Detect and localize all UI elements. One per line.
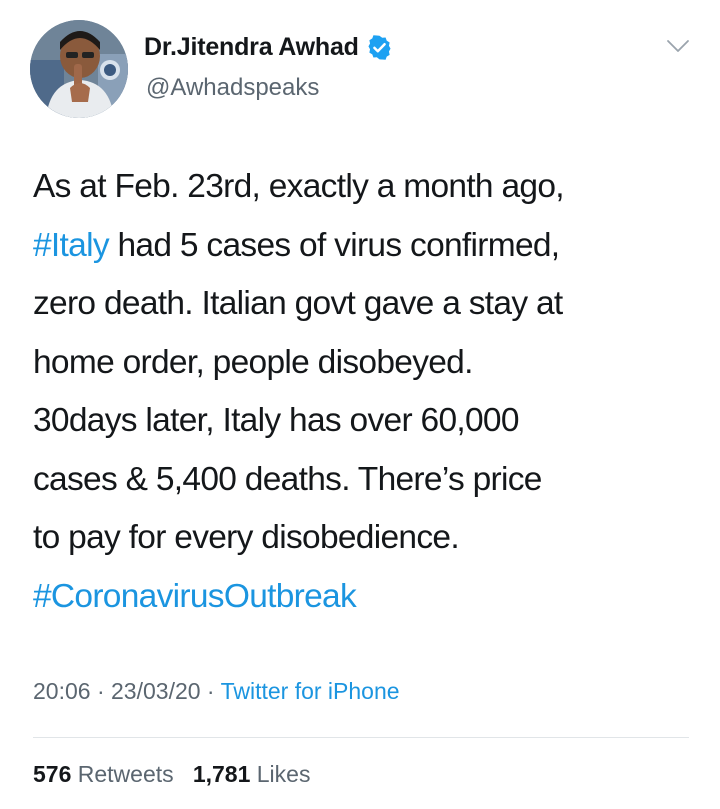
author-name[interactable]: Dr.Jitendra Awhad [144, 33, 359, 62]
verified-badge-icon [366, 34, 393, 61]
tweet-line-text: had 5 cases of virus confirmed, [108, 226, 560, 264]
retweets-label: Retweets [71, 761, 174, 787]
divider [33, 737, 689, 738]
meta-separator: · [200, 678, 221, 704]
likes-label: Likes [250, 761, 311, 787]
hashtag-italy[interactable]: #Italy [33, 227, 110, 264]
author-header: Dr.Jitendra Awhad [144, 33, 393, 62]
retweets-count: 576 [33, 761, 72, 787]
chevron-down-icon[interactable] [666, 38, 690, 54]
retweets-stat[interactable]: 576 Retweets [33, 761, 174, 787]
tweet-date[interactable]: 23/03/20 [111, 678, 201, 704]
likes-count: 1,781 [192, 761, 251, 787]
avatar[interactable] [30, 20, 128, 118]
author-handle[interactable]: @Awhadspeaks [146, 74, 319, 102]
hashtag-coronavirusoutbreak[interactable]: #CoronavirusOutbreak [33, 578, 357, 615]
tweet-line: 30days later, Italy has over 60,000 [33, 402, 519, 439]
profile-photo [30, 20, 128, 118]
tweet-line: #Italy had 5 cases of virus confirmed, [33, 217, 703, 276]
tweet-line: cases & 5,400 deaths. There’s price [33, 460, 542, 498]
tweet-meta: 20:06 · 23/03/20 · Twitter for iPhone [33, 678, 400, 705]
meta-separator: · [90, 678, 112, 704]
likes-stat[interactable]: 1,781 Likes [193, 761, 311, 787]
tweet-line: #CoronavirusOutbreak [33, 568, 703, 627]
tweet-stats: 576 Retweets 1,781 Likes [33, 761, 310, 788]
tweet-source[interactable]: Twitter for iPhone [221, 678, 400, 704]
tweet-line: to pay for every disobedience. [33, 519, 460, 556]
tweet-line: home order, people disobeyed. [33, 343, 473, 381]
tweet-line: As at Feb. 23rd, exactly a month ago, [33, 168, 565, 205]
tweet-text: As at Feb. 23rd, exactly a month ago, #I… [33, 158, 703, 626]
tweet-time[interactable]: 20:06 [33, 678, 91, 704]
tweet-line: zero death. Italian govt gave a stay at [33, 285, 563, 322]
